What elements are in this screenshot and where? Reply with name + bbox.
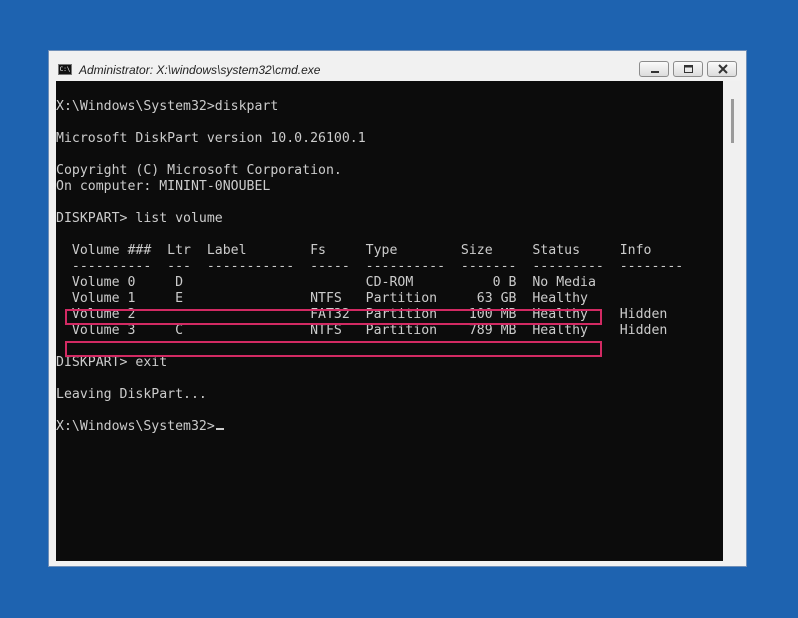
vertical-scrollbar[interactable]	[723, 81, 741, 561]
text-cursor	[215, 428, 224, 430]
console-output[interactable]: X:\Windows\System32>diskpart Microsoft D…	[56, 81, 723, 561]
console-line: Leaving DiskPart...	[56, 387, 207, 402]
maximize-button[interactable]	[673, 61, 703, 77]
close-icon	[718, 64, 728, 74]
console-line: X:\Windows\System32>diskpart	[56, 99, 279, 114]
window-title: Administrator: X:\windows\system32\cmd.e…	[79, 63, 321, 77]
volume-table-separator: ---------- --- ----------- ----- -------…	[56, 259, 684, 274]
maximize-icon	[684, 65, 693, 73]
volume-row: Volume 1 E NTFS Partition 63 GB Healthy	[56, 291, 588, 306]
minimize-button[interactable]	[639, 61, 669, 77]
volume-table-header: Volume ### Ltr Label Fs Type Size Status…	[56, 243, 652, 258]
console-line: Copyright (C) Microsoft Corporation.	[56, 163, 342, 178]
console-line: DISKPART> list volume	[56, 211, 223, 226]
console-lines: X:\Windows\System32>diskpart Microsoft D…	[56, 99, 683, 435]
console-line: Microsoft DiskPart version 10.0.26100.1	[56, 131, 366, 146]
cmd-window: C:\ Administrator: X:\windows\system32\c…	[48, 50, 747, 567]
scrollbar-thumb[interactable]	[731, 99, 734, 143]
title-bar[interactable]: C:\ Administrator: X:\windows\system32\c…	[49, 51, 746, 81]
volume-row: Volume 0 D CD-ROM 0 B No Media	[56, 275, 596, 290]
cmd-icon[interactable]: C:\	[58, 64, 72, 75]
highlight-box-volume-3	[65, 341, 602, 357]
close-button[interactable]	[707, 61, 737, 77]
console-line: DISKPART> exit	[56, 355, 168, 370]
prompt-line[interactable]: X:\Windows\System32>	[56, 419, 683, 435]
console-line: On computer: MININT-0NOUBEL	[56, 179, 271, 194]
minimize-icon	[651, 71, 659, 73]
highlight-box-volume-1	[65, 309, 602, 325]
prompt-text: X:\Windows\System32>	[56, 419, 215, 434]
volume-row: Volume 3 C NTFS Partition 789 MB Healthy…	[56, 323, 668, 338]
